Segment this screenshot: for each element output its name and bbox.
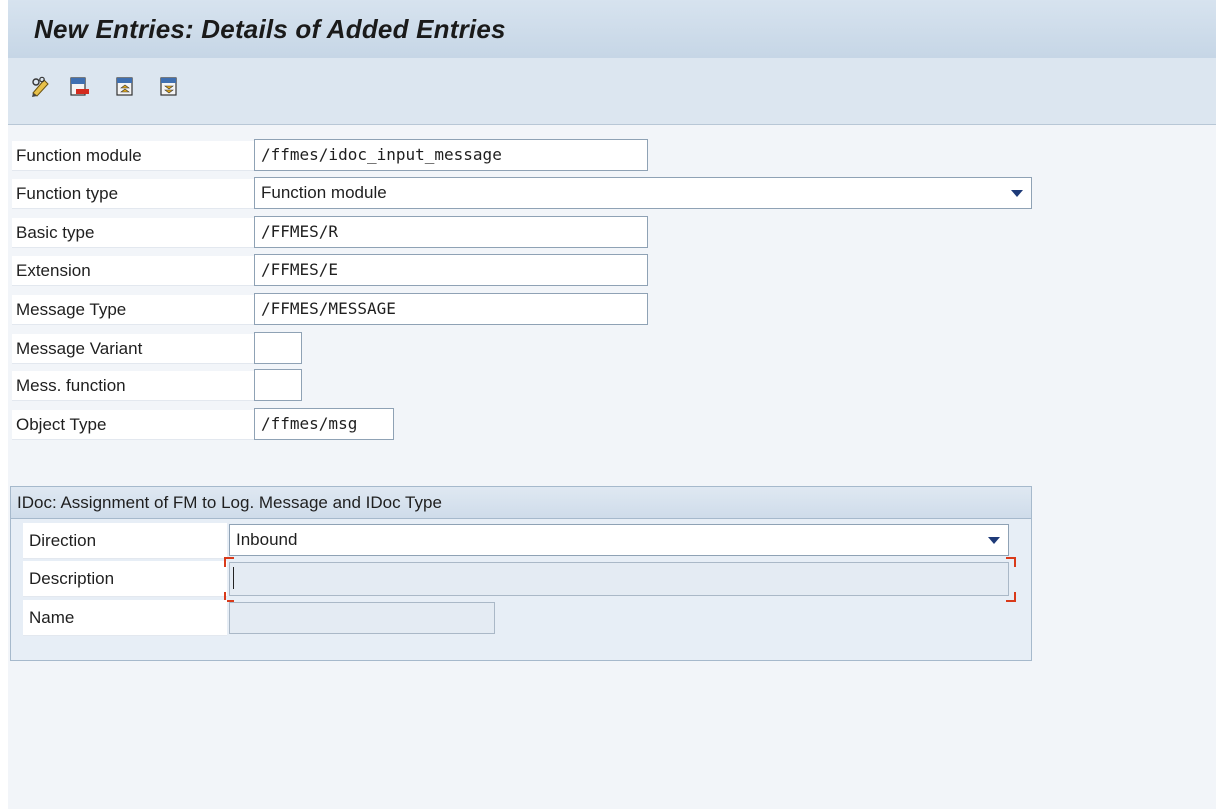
mess-function-label: Mess. function (12, 371, 254, 401)
description-label: Description (23, 561, 227, 597)
page-title: New Entries: Details of Added Entries (34, 14, 506, 44)
text-cursor (233, 567, 234, 589)
message-variant-field[interactable] (254, 332, 302, 364)
object-type-label: Object Type (12, 410, 254, 440)
description-field[interactable] (229, 562, 1009, 596)
display-change-icon[interactable] (30, 76, 52, 98)
group-title: IDoc: Assignment of FM to Log. Message a… (11, 487, 1031, 519)
direction-label: Direction (23, 523, 227, 559)
focus-corner-tr (1006, 557, 1016, 567)
idoc-assignment-group: IDoc: Assignment of FM to Log. Message a… (10, 486, 1032, 661)
extension-label: Extension (12, 256, 254, 286)
name-label: Name (23, 600, 227, 636)
message-type-label: Message Type (12, 295, 254, 325)
focus-corner-br (1006, 592, 1016, 602)
direction-value: Inbound (236, 530, 298, 549)
basic-type-field[interactable]: /FFMES/R (254, 216, 648, 248)
function-type-label: Function type (12, 179, 254, 209)
function-module-label: Function module (12, 141, 254, 171)
focus-corner-tl (224, 557, 234, 567)
message-variant-label: Message Variant (12, 334, 254, 364)
name-field[interactable] (229, 602, 495, 634)
left-margin (0, 0, 8, 809)
object-type-field[interactable]: /ffmes/msg (254, 408, 394, 440)
chevron-down-icon[interactable] (988, 537, 1000, 544)
application-toolbar (8, 58, 1216, 125)
basic-type-label: Basic type (12, 218, 254, 248)
delete-entry-icon[interactable] (68, 76, 90, 98)
detail-area: Function module /ffmes/idoc_input_messag… (8, 125, 1216, 809)
mess-function-field[interactable] (254, 369, 302, 401)
title-bar: New Entries: Details of Added Entries (8, 0, 1216, 58)
previous-entry-icon[interactable] (114, 76, 136, 98)
direction-dropdown[interactable]: Inbound (229, 524, 1009, 556)
message-type-field[interactable]: /FFMES/MESSAGE (254, 293, 648, 325)
sap-screen: New Entries: Details of Added Entries Fu… (0, 0, 1216, 809)
next-entry-icon[interactable] (158, 76, 180, 98)
function-type-dropdown[interactable]: Function module (254, 177, 1032, 209)
function-type-value: Function module (261, 183, 387, 202)
chevron-down-icon[interactable] (1011, 190, 1023, 197)
function-module-field[interactable]: /ffmes/idoc_input_message (254, 139, 648, 171)
extension-field[interactable]: /FFMES/E (254, 254, 648, 286)
